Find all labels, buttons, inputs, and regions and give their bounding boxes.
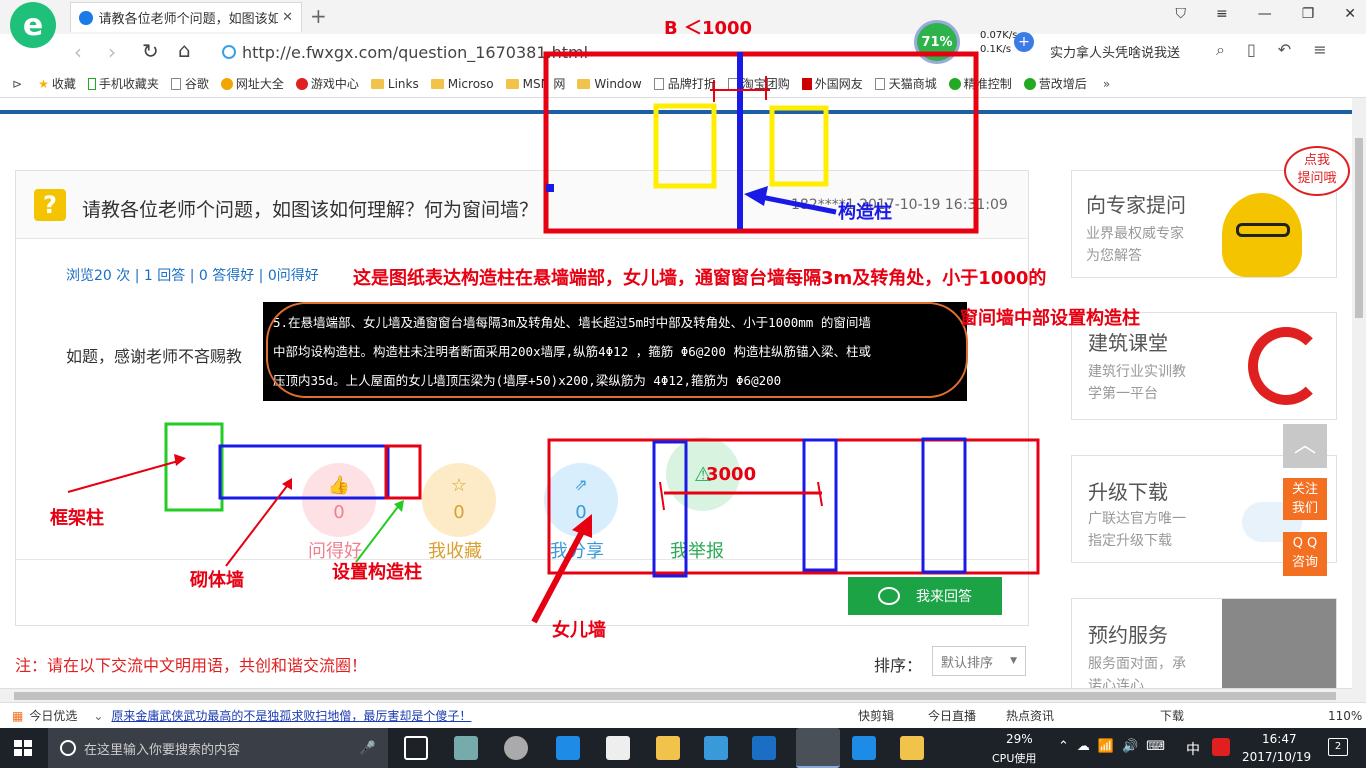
browser-360-icon[interactable]	[504, 736, 528, 760]
status-item[interactable]: 今日直播	[928, 707, 976, 724]
fan-app-icon[interactable]	[454, 736, 478, 760]
set-column-arrow	[355, 503, 401, 563]
parapet-dim-tick-left	[659, 481, 665, 511]
chevron-icon: ⌄	[93, 708, 104, 723]
notes-app-icon[interactable]	[900, 736, 924, 760]
tool-app-icon[interactable]	[852, 736, 876, 760]
file-explorer-icon[interactable]	[656, 736, 680, 760]
news-link[interactable]: 原来金庸武侠武功最高的不是独孤求败扫地僧，最厉害却是个傻子！	[111, 707, 471, 724]
frame-column-box	[164, 422, 224, 512]
explanation-line-1: 这是图纸表达构造柱在悬墙端部，女儿墙，通窗窗台墙每隔3m及转角处，小于1000的	[353, 268, 1047, 289]
gift-icon: ▦	[12, 708, 24, 723]
g-app-icon[interactable]	[752, 736, 776, 760]
ie-icon[interactable]	[704, 736, 728, 760]
parapet-column-3	[921, 437, 967, 574]
parapet-column-1	[652, 440, 688, 578]
parapet-column-2	[802, 438, 838, 572]
parapet-arrow	[531, 526, 587, 624]
top-blue-marker	[546, 184, 554, 192]
notification-icon[interactable]: 2	[1328, 738, 1348, 756]
frame-column-arrowhead	[174, 454, 186, 466]
annotation-overlay	[67, 51, 1040, 624]
masonry-wall-box	[218, 444, 390, 500]
store-icon[interactable]	[606, 736, 630, 760]
status-left[interactable]: 今日优选	[29, 707, 77, 724]
sogou-icon[interactable]	[1212, 738, 1230, 756]
scroll-thumb[interactable]	[1355, 138, 1363, 318]
masonry-arrow	[225, 481, 291, 567]
ime-indicator[interactable]: 中	[1186, 739, 1200, 759]
masonry-wall-label: 砌体墙	[190, 570, 244, 591]
status-item[interactable]: 下载	[1160, 707, 1184, 724]
explanation-line-2: 窗间墙中部设置构造柱	[960, 308, 1140, 329]
constructional-column-label: 构造柱	[838, 202, 892, 223]
browser-logo: e	[10, 2, 56, 48]
tray-icons[interactable]: ⌃☁📶🔊⌨	[1058, 739, 1173, 754]
windows-taskbar: 在这里输入你要搜索的内容 🎤 29% CPU使用 ⌃☁📶🔊⌨ 中 16:47 2…	[0, 728, 1366, 768]
frame-column-label: 框架柱	[50, 508, 104, 529]
top-diagram-frame	[543, 51, 979, 234]
top-wall-yellow-left	[653, 103, 717, 189]
horizontal-scrollbar[interactable]	[0, 688, 1352, 702]
cpu-percent: 29%	[1006, 732, 1033, 746]
scroll-thumb[interactable]	[14, 692, 1336, 700]
cpu-label: CPU使用	[992, 752, 1037, 765]
b-dimension-label: B ＜1000	[664, 18, 753, 39]
active-browser-icon[interactable]	[796, 728, 840, 768]
set-column-label: 设置构造柱	[332, 562, 422, 583]
column-arrow-shaft	[755, 193, 837, 215]
constructional-column-box	[384, 444, 422, 500]
vertical-scrollbar[interactable]	[1352, 98, 1366, 702]
edge-icon[interactable]	[556, 736, 580, 760]
taskbar-search-placeholder: 在这里输入你要搜索的内容	[84, 742, 241, 758]
task-view-icon[interactable]	[404, 736, 428, 760]
column-arrow-head	[744, 186, 768, 206]
browser-statusbar: ▦ 今日优选 ⌄ 原来金庸武侠武功最高的不是独孤求败扫地僧，最厉害却是个傻子！ …	[0, 702, 1366, 728]
masonry-arrowhead	[282, 478, 292, 490]
taskbar-search[interactable]: 在这里输入你要搜索的内容 🎤	[48, 728, 388, 768]
notification-count: 2	[1334, 741, 1342, 752]
status-item[interactable]: 热点资讯	[1006, 707, 1054, 724]
top-wall-yellow-right	[769, 105, 829, 187]
zoom-level[interactable]: 110%	[1328, 709, 1362, 723]
clock-date[interactable]: 2017/10/19	[1242, 750, 1311, 764]
status-item[interactable]: 快剪辑	[858, 707, 894, 724]
start-icon[interactable]	[14, 740, 32, 756]
cortana-icon	[60, 740, 76, 756]
mic-icon[interactable]: 🎤	[360, 741, 376, 756]
clock-time[interactable]: 16:47	[1262, 732, 1297, 746]
parapet-label: 女儿墙	[552, 620, 606, 641]
spacing-label: 3000	[706, 464, 757, 485]
